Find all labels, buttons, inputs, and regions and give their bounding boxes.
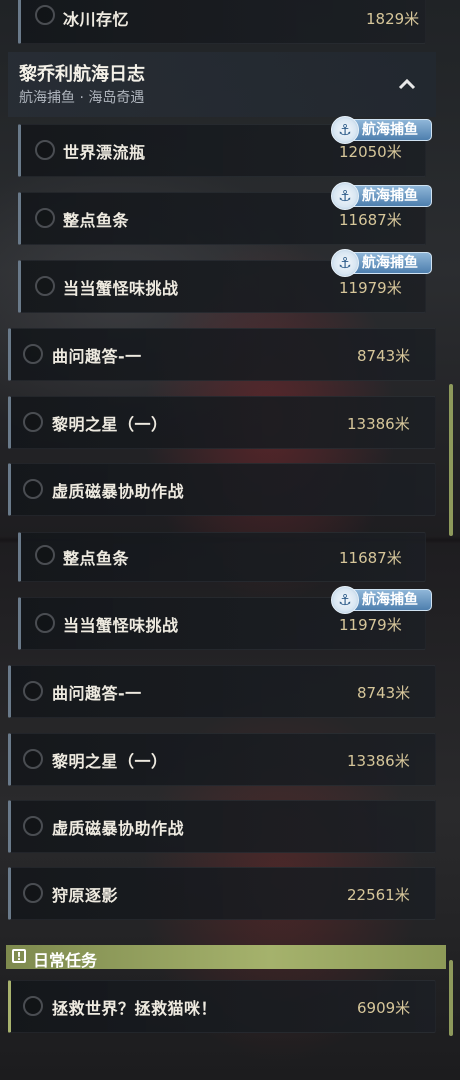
quest-distance: 8743米 — [357, 347, 411, 365]
quest-title: 拯救世界？拯救猫咪！ — [52, 999, 218, 1018]
quest-title: 整点鱼条 — [63, 549, 130, 568]
scrollbar-thumb[interactable] — [449, 960, 453, 1036]
quest-radio[interactable] — [35, 208, 55, 228]
quest-item[interactable]: 狩原逐影 22561米 — [8, 867, 436, 920]
voyage-fishing-badge: ⚓ 航海捕鱼 — [331, 586, 432, 614]
quest-item[interactable]: 虚质磁暴协助作战 — [8, 463, 436, 516]
quest-distance: 6909米 — [357, 999, 411, 1017]
anchor-icon: ⚓ — [331, 116, 359, 144]
quest-distance: 13386米 — [347, 415, 410, 433]
quest-radio[interactable] — [35, 545, 55, 565]
quest-title: 虚质磁暴协助作战 — [52, 819, 185, 838]
quest-radio[interactable] — [23, 996, 43, 1016]
quest-distance: 1829米 — [366, 10, 420, 28]
voyage-fishing-badge: ⚓ 航海捕鱼 — [331, 182, 432, 210]
warning-icon: ! — [12, 949, 26, 963]
quest-distance: 22561米 — [347, 886, 410, 904]
quest-distance: 11687米 — [339, 549, 402, 567]
quest-item[interactable]: 曲问趣答-一 8743米 — [8, 665, 436, 718]
quest-title: 黎明之星（一） — [52, 415, 168, 434]
quest-radio[interactable] — [35, 5, 55, 25]
quest-radio[interactable] — [23, 479, 43, 499]
quest-item-glacier[interactable]: 冰川存忆 1829米 — [18, 0, 426, 44]
quest-title: 虚质磁暴协助作战 — [52, 482, 185, 501]
quest-title: 冰川存忆 — [63, 10, 130, 29]
scrollbar-thumb[interactable] — [449, 384, 453, 536]
quest-title: 当当蟹怪味挑战 — [63, 279, 179, 298]
quest-title: 整点鱼条 — [63, 211, 130, 230]
quest-radio[interactable] — [23, 681, 43, 701]
daily-quests-header[interactable]: ! 日常任务 — [6, 945, 446, 970]
quest-title: 世界漂流瓶 — [63, 143, 146, 162]
chevron-up-icon[interactable] — [398, 75, 416, 90]
anchor-icon: ⚓ — [331, 586, 359, 614]
quest-title: 曲问趣答-一 — [52, 684, 142, 703]
quest-radio[interactable] — [23, 749, 43, 769]
quest-radio[interactable] — [23, 344, 43, 364]
quest-radio[interactable] — [23, 412, 43, 432]
quest-item[interactable]: 曲问趣答-一 8743米 — [8, 328, 436, 381]
group-subtitle: 航海捕鱼 · 海岛奇遇 — [19, 90, 145, 106]
quest-title: 黎明之星（一） — [52, 752, 168, 771]
quest-distance: 13386米 — [347, 752, 410, 770]
anchor-icon: ⚓ — [331, 249, 359, 277]
quest-distance: 8743米 — [357, 684, 411, 702]
quest-radio[interactable] — [23, 883, 43, 903]
quest-radio[interactable] — [35, 276, 55, 296]
group-title: 黎乔利航海日志 — [19, 64, 145, 85]
quest-distance: 11687米 — [339, 211, 402, 229]
quest-distance: 11979米 — [339, 279, 402, 297]
quest-radio[interactable] — [35, 140, 55, 160]
quest-title: 当当蟹怪味挑战 — [63, 616, 179, 635]
quest-distance: 11979米 — [339, 616, 402, 634]
quest-sub-item[interactable]: 整点鱼条 11687米 — [18, 532, 426, 582]
daily-header-label: 日常任务 — [33, 951, 98, 970]
quest-radio[interactable] — [35, 613, 55, 633]
voyage-fishing-badge: ⚓ 航海捕鱼 — [331, 249, 432, 277]
quest-distance: 12050米 — [339, 143, 402, 161]
anchor-icon: ⚓ — [331, 182, 359, 210]
quest-item[interactable]: 黎明之星（一） 13386米 — [8, 396, 436, 449]
quest-item-daily[interactable]: 拯救世界？拯救猫咪！ 6909米 — [8, 980, 436, 1033]
quest-radio[interactable] — [23, 816, 43, 836]
quest-title: 曲问趣答-一 — [52, 347, 142, 366]
quest-item[interactable]: 虚质磁暴协助作战 — [8, 800, 436, 853]
quest-group-header[interactable]: 黎乔利航海日志 航海捕鱼 · 海岛奇遇 — [8, 52, 436, 117]
quest-title: 狩原逐影 — [52, 886, 119, 905]
voyage-fishing-badge: ⚓ 航海捕鱼 — [331, 116, 432, 144]
quest-item[interactable]: 黎明之星（一） 13386米 — [8, 733, 436, 786]
